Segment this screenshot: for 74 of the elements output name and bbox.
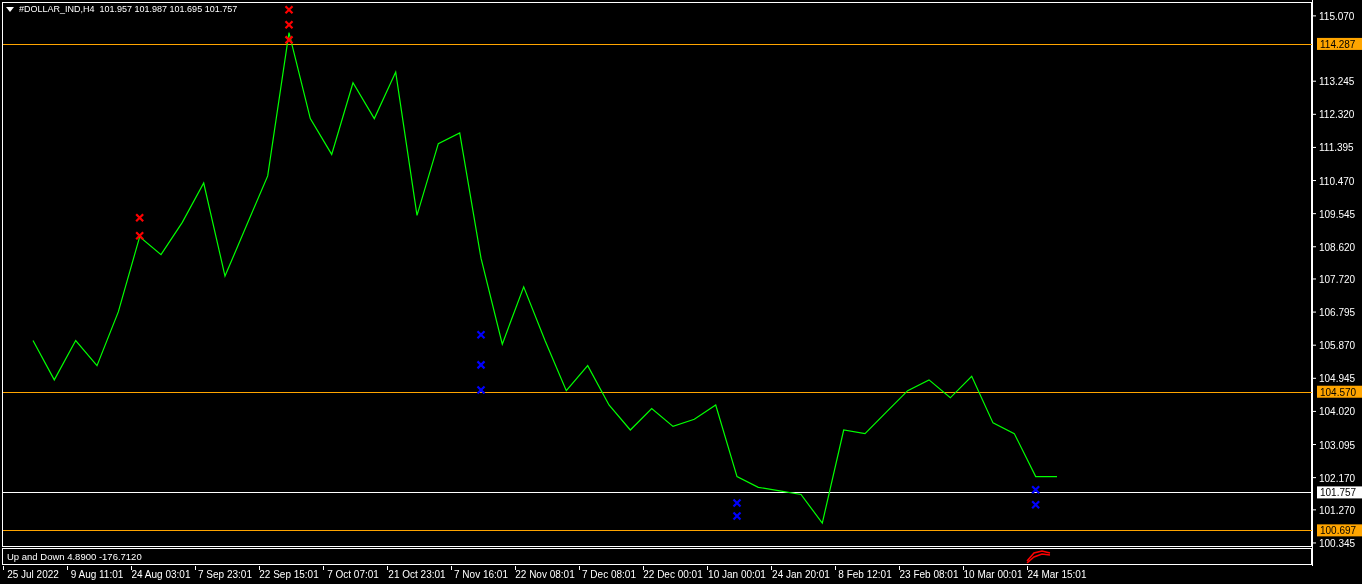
signal-cross-icon [476,385,486,395]
y-tick-label: 115.070 [1319,10,1355,22]
time-tick-label: 24 Aug 03:01 [131,569,191,580]
reference-line-label: 114.287 [1317,37,1362,50]
dropdown-caret-icon[interactable] [6,6,14,12]
price-tick-label: 108.620 [1311,241,1356,253]
ref-line-label: 100.697 [1320,525,1357,537]
price-tick-label: 101.270 [1311,504,1356,516]
price-tick-label: 110.470 [1311,175,1355,187]
price-tick-label: 107.720 [1311,273,1356,285]
y-tick-label: 104.020 [1319,406,1356,418]
time-tick-label: 25 Jul 2022 [7,569,59,580]
time-tick-label: 24 Mar 15:01 [1027,569,1087,580]
signal-cross-icon [135,231,145,241]
symbol-label: #DOLLAR_IND,H4 [19,4,95,14]
time-tick-label: 10 Mar 00:01 [963,569,1023,580]
signal-cross-icon [284,5,294,15]
price-tick-label: 115.070 [1311,10,1355,22]
signal-cross-icon [1031,485,1041,495]
time-tick-label: 7 Dec 08:01 [582,569,636,580]
price-tick-label: 100.345 [1311,537,1356,549]
y-tick-label: 106.795 [1319,307,1356,319]
signal-cross-icon [284,35,294,45]
reference-line-label: 100.697 [1317,524,1362,537]
time-tick-label: 23 Feb 08:01 [899,569,959,580]
y-tick-label: 104.945 [1319,373,1356,385]
time-tick-label: 7 Nov 16:01 [454,569,508,580]
price-tick-label: 103.095 [1311,439,1356,451]
time-tick-label: 22 Dec 00:01 [643,569,703,580]
price-tick-label: 112.320 [1311,109,1355,121]
y-tick-label: 100.345 [1319,537,1356,549]
signal-cross-icon [476,330,486,340]
time-tick-label: 22 Sep 15:01 [259,569,319,580]
indicator-label: Up and Down 4.8900 -176.7120 [7,551,142,562]
y-tick-label: 110.470 [1319,175,1355,187]
time-tick-label: 7 Oct 07:01 [327,569,379,580]
ref-line-label: 104.570 [1320,386,1357,398]
y-tick-label: 101.270 [1319,504,1356,516]
signal-cross-icon [476,360,486,370]
time-tick-label: 21 Oct 23:01 [388,569,446,580]
price-tick-label: 104.945 [1311,373,1356,385]
time-tick-label: 7 Sep 23:01 [198,569,252,580]
signal-cross-icon [135,213,145,223]
time-tick-label: 8 Feb 12:01 [838,569,892,580]
price-tick-label: 106.795 [1311,307,1356,319]
indicator-curve-drawing [1026,550,1051,564]
price-tick-label: 111.395 [1311,142,1354,154]
y-tick-label: 113.245 [1319,76,1355,88]
y-tick-label: 102.170 [1319,472,1356,484]
y-tick-label: 107.720 [1319,273,1356,285]
y-tick-label: 112.320 [1319,109,1355,121]
signal-cross-icon [732,511,742,521]
reference-line-label: 101.757 [1317,486,1362,499]
time-tick-label: 10 Jan 00:01 [708,569,766,580]
price-tick-label: 105.870 [1311,340,1356,352]
ref-line-label: 101.757 [1320,487,1357,499]
y-tick-label: 111.395 [1319,142,1355,154]
signal-cross-icon [732,498,742,508]
quote-values: 101.957 101.987 101.695 101.757 [99,4,238,14]
y-tick-label: 105.870 [1319,340,1356,352]
signal-cross-icon [284,20,294,30]
ref-line-label: 114.287 [1320,38,1356,50]
price-tick-label: 102.170 [1311,472,1356,484]
price-tick-label: 113.245 [1311,76,1355,88]
time-tick-label: 22 Nov 08:01 [515,569,575,580]
time-tick-label: 9 Aug 11:01 [70,569,124,580]
price-tick-label: 109.545 [1311,208,1356,220]
signal-cross-icon [1031,500,1041,510]
reference-line-label: 104.570 [1317,385,1362,398]
y-tick-label: 108.620 [1319,241,1356,253]
y-tick-label: 109.545 [1319,208,1356,220]
price-tick-label: 104.020 [1311,406,1356,418]
y-tick-label: 103.095 [1319,439,1356,451]
time-tick-label: 24 Jan 20:01 [772,569,830,580]
